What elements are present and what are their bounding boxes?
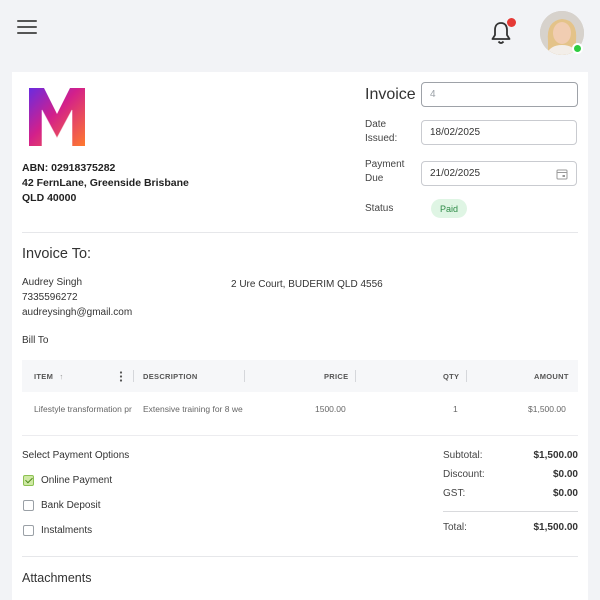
more-vertical-icon[interactable] bbox=[119, 371, 123, 382]
company-details: ABN: 02918375282 42 FernLane, Greenside … bbox=[22, 161, 189, 206]
discount-label: Discount: bbox=[443, 469, 485, 480]
payment-due-label: Payment Due bbox=[365, 159, 405, 184]
online-payment-label[interactable]: Online Payment bbox=[41, 475, 112, 486]
menu-icon[interactable] bbox=[17, 20, 37, 36]
online-payment-checkbox[interactable] bbox=[23, 475, 34, 486]
bank-deposit-checkbox[interactable] bbox=[23, 500, 34, 511]
cell-price: 1500.00 bbox=[315, 404, 346, 414]
table-row[interactable]: Lifestyle transformation pr Extensive tr… bbox=[22, 392, 578, 436]
sort-arrow-icon[interactable]: ↑ bbox=[60, 372, 64, 381]
gst-value: $0.00 bbox=[552, 488, 578, 499]
column-separator[interactable] bbox=[466, 370, 467, 382]
payment-options-title: Select Payment Options bbox=[22, 450, 130, 461]
divider bbox=[22, 232, 578, 233]
discount-value: $0.00 bbox=[552, 469, 578, 480]
client-phone: 7335596272 bbox=[22, 292, 78, 303]
bill-to-label: Bill To bbox=[22, 335, 49, 346]
date-issued-label: Date Issued: bbox=[365, 119, 398, 144]
invoice-to-title: Invoice To: bbox=[22, 246, 92, 262]
client-name: Audrey Singh bbox=[22, 277, 83, 288]
divider bbox=[22, 556, 578, 557]
gst-label: GST: bbox=[443, 488, 466, 499]
company-address-line2: QLD 40000 bbox=[22, 192, 77, 204]
instalments-checkbox[interactable] bbox=[23, 525, 34, 536]
client-email: audreysingh@gmail.com bbox=[22, 307, 133, 318]
column-header-price[interactable]: PRICE bbox=[324, 372, 348, 381]
invoice-title: Invoice bbox=[365, 86, 416, 103]
total-label: Total: bbox=[443, 522, 467, 533]
company-abn: ABN: 02918375282 bbox=[22, 162, 116, 174]
cell-amount: $1,500.00 bbox=[528, 404, 566, 414]
column-header-amount[interactable]: AMOUNT bbox=[534, 372, 569, 381]
column-separator[interactable] bbox=[133, 370, 134, 382]
company-logo bbox=[29, 88, 85, 146]
status-badge: Paid bbox=[431, 199, 468, 218]
subtotal-label: Subtotal: bbox=[443, 450, 483, 461]
column-header-qty[interactable]: QTY bbox=[443, 372, 459, 381]
company-address-line1: 42 FernLane, Greenside Brisbane bbox=[22, 177, 189, 189]
online-status-dot bbox=[572, 43, 583, 54]
items-table-header: ITEM ↑ DESCRIPTION PRICE QTY AMOUNT bbox=[22, 360, 578, 392]
payment-due-input[interactable]: 21/02/2025 bbox=[421, 161, 577, 186]
attachments-title: Attachments bbox=[22, 571, 92, 585]
invoice-number-input[interactable]: 4 bbox=[421, 82, 578, 107]
top-bar bbox=[0, 0, 600, 66]
total-value: $1,500.00 bbox=[533, 522, 579, 533]
subtotal-value: $1,500.00 bbox=[533, 450, 579, 461]
status-label: Status bbox=[365, 203, 394, 214]
column-header-description[interactable]: DESCRIPTION bbox=[143, 372, 198, 381]
column-separator[interactable] bbox=[355, 370, 356, 382]
cell-qty: 1 bbox=[453, 404, 458, 414]
cell-description: Extensive training for 8 we bbox=[143, 404, 243, 414]
calendar-icon[interactable] bbox=[556, 168, 568, 180]
client-details: Audrey Singh 7335596272 audreysingh@gmai… bbox=[22, 275, 132, 320]
bank-deposit-label[interactable]: Bank Deposit bbox=[41, 500, 100, 511]
cell-item: Lifestyle transformation pr bbox=[34, 404, 132, 414]
instalments-label[interactable]: Instalments bbox=[41, 525, 92, 536]
invoice-card bbox=[12, 72, 588, 600]
notification-dot bbox=[507, 18, 516, 27]
column-separator[interactable] bbox=[244, 370, 245, 382]
summary-divider bbox=[443, 511, 578, 512]
payment-due-value: 21/02/2025 bbox=[430, 168, 481, 179]
column-header-item[interactable]: ITEM ↑ bbox=[34, 372, 64, 381]
date-issued-input[interactable]: 18/02/2025 bbox=[421, 120, 577, 145]
client-address: 2 Ure Court, BUDERIM QLD 4556 bbox=[231, 279, 383, 290]
